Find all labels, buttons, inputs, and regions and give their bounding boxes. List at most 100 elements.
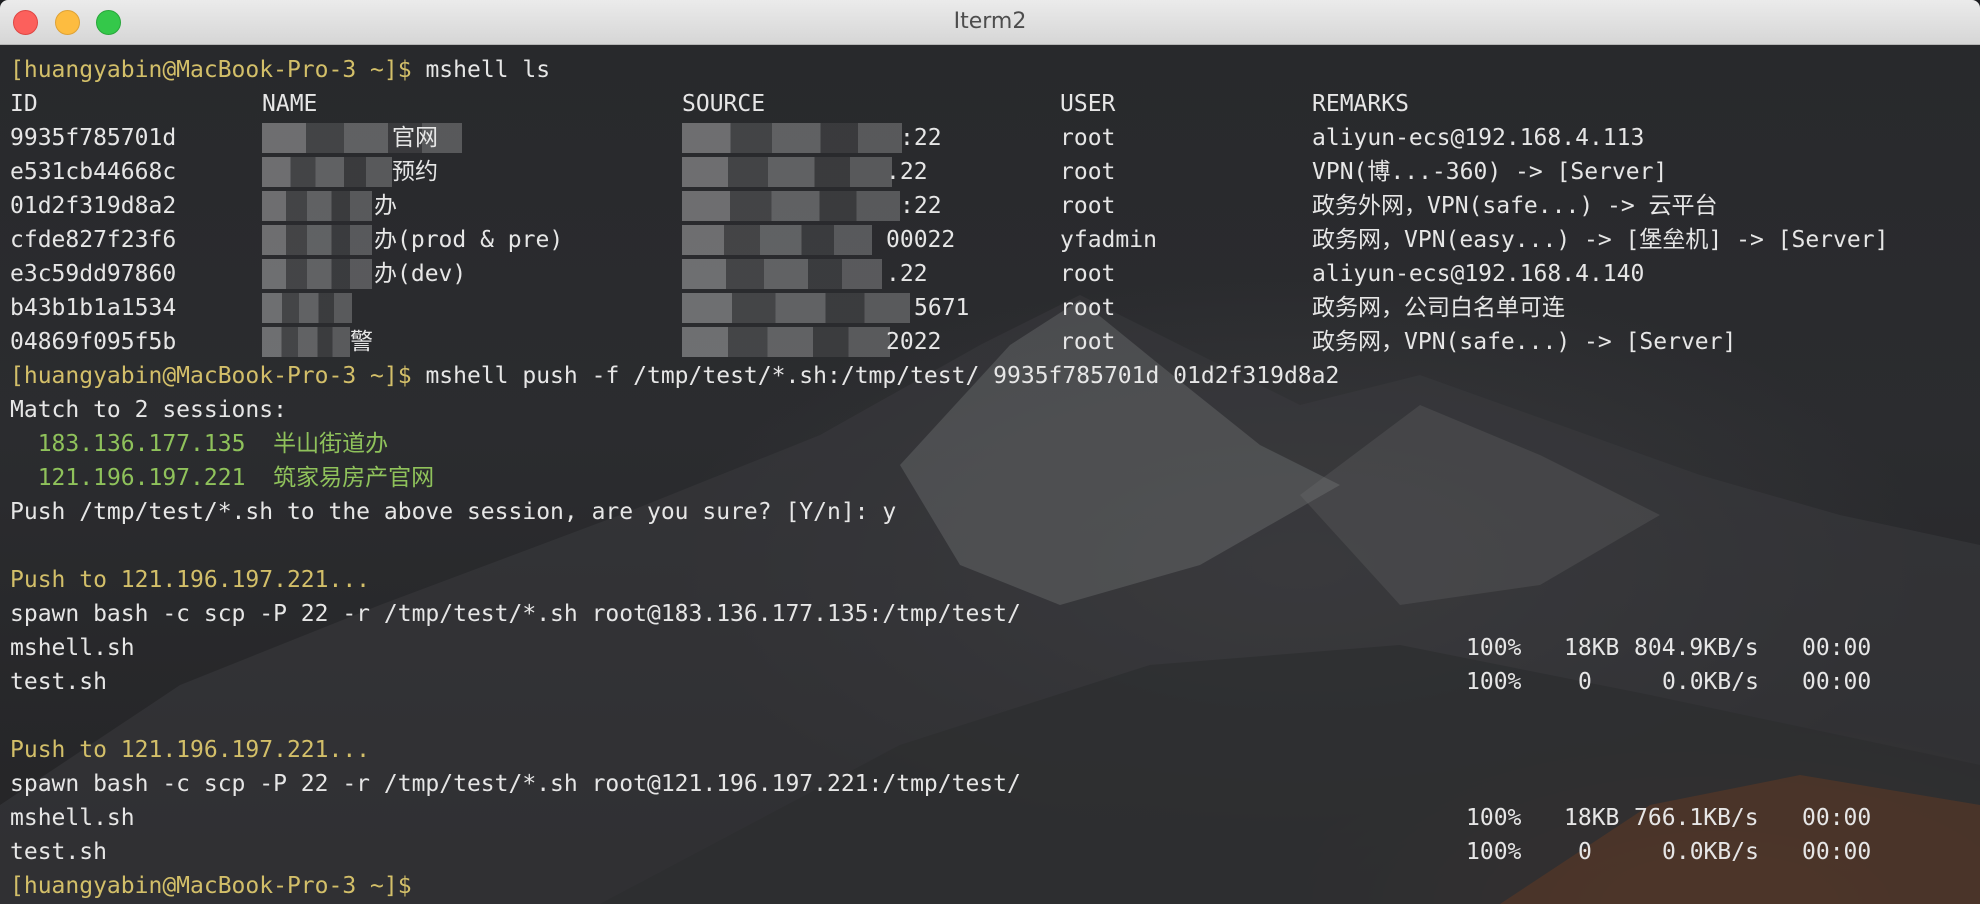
table-row: b43b1b1a1534 5671 root 政务网，公司白名单可连 [10,291,1565,325]
push-title: Push to 121.196.197.221... [10,737,371,763]
session-remarks: 政务网，VPN(safe...) -> [Server] [1312,329,1737,355]
session-user: root [1060,261,1116,287]
session-ip: 183.136.177.135 [37,431,246,457]
session-id: e531cb44668c [10,159,177,185]
session-name: 办 [374,193,397,219]
file-name: test.sh [10,839,107,865]
transfer-percent: 100% [1466,669,1522,695]
command-text: mshell ls [425,57,551,83]
shell-prompt: [huangyabin@MacBook-Pro-3 ~]$ [10,363,412,389]
transfer-row: mshell.sh 100% 18KB 804.9KB/s 00:00 [10,631,1871,665]
column-header-source: SOURCE [682,91,766,117]
session-remarks: 政务网，公司白名单可连 [1312,295,1565,321]
session-id: e3c59dd97860 [10,261,177,287]
session-user: yfadmin [1060,227,1157,253]
session-id: cfde827f23f6 [10,227,177,253]
file-name: mshell.sh [10,635,135,661]
session-user: root [1060,159,1116,185]
redacted-source-blur [682,327,890,357]
transfer-size: 18KB [1564,635,1620,661]
transfer-row: test.sh 100% 0 0.0KB/s 00:00 [10,835,1871,869]
transfer-time: 00:00 [1802,839,1872,865]
session-user: root [1060,295,1116,321]
match-header: Match to 2 sessions: [10,397,287,423]
table-row: e531cb44668c 预约 .22 root VPN(博...-360) -… [10,155,1667,189]
column-header-user: USER [1060,91,1116,117]
prompt-line: [huangyabin@MacBook-Pro-3 ~]$ mshell pus… [10,359,1339,393]
session-remarks: VPN(博...-360) -> [Server] [1312,159,1668,185]
push-title: Push to 121.196.197.221... [10,567,371,593]
session-source: .22 [886,159,928,185]
session-remarks: 政务网，VPN(easy...) -> [堡垒机] -> [Server] [1312,227,1889,253]
session-name: 官网 [392,125,438,151]
session-remarks: aliyun-ecs@192.168.4.113 [1312,125,1645,151]
transfer-time: 00:00 [1802,635,1872,661]
prompt-line: [huangyabin@MacBook-Pro-3 ~]$ mshell ls [10,53,1339,87]
terminal-output: [huangyabin@MacBook-Pro-3 ~]$ mshell ls … [10,53,1888,903]
confirm-prompt: Push /tmp/test/*.sh to the above session… [10,499,897,525]
transfer-percent: 100% [1466,805,1522,831]
redacted-name-blur [262,191,372,221]
transfer-size: 0 [1578,839,1592,865]
session-remarks: 政务外网，VPN(safe...) -> 云平台 [1312,193,1718,219]
redacted-source-blur [682,225,872,255]
file-name: mshell.sh [10,805,135,831]
file-name: test.sh [10,669,107,695]
redacted-source-blur [682,259,882,289]
session-user: root [1060,329,1116,355]
session-name: 预约 [392,159,438,185]
session-user: root [1060,125,1116,151]
redacted-name-blur [262,293,352,323]
session-source: :22 [900,193,942,219]
transfer-row: mshell.sh 100% 18KB 766.1KB/s 00:00 [10,801,1871,835]
terminal-cursor[interactable] [412,874,424,900]
transfer-time: 00:00 [1802,669,1872,695]
prompt-line: [huangyabin@MacBook-Pro-3 ~]$ [10,869,1339,903]
transfer-row: test.sh 100% 0 0.0KB/s 00:00 [10,665,1871,699]
transfer-speed: 804.9KB/s [1634,635,1759,661]
terminal-content[interactable]: [huangyabin@MacBook-Pro-3 ~]$ mshell ls … [0,45,1980,904]
session-id: 9935f785701d [10,125,177,151]
session-ip: 121.196.197.221 [37,465,246,491]
transfer-speed: 0.0KB/s [1662,839,1759,865]
spawn-command: spawn bash -c scp -P 22 -r /tmp/test/*.s… [10,771,1021,797]
table-row: cfde827f23f6 办(prod & pre) 00022 yfadmin… [10,223,1888,257]
table-header-row: ID NAME SOURCE USER REMARKS [10,87,1409,121]
shell-prompt: [huangyabin@MacBook-Pro-3 ~]$ [10,57,412,83]
session-id: 04869f095f5b [10,329,177,355]
session-source: 00022 [886,227,956,253]
redacted-name-blur [262,225,372,255]
matched-session: 183.136.177.135 半山街道办 [10,427,1339,461]
table-row: 01d2f319d8a2 办 :22 root 政务外网，VPN(safe...… [10,189,1718,223]
session-source: 5671 [914,295,970,321]
transfer-size: 0 [1578,669,1592,695]
session-name: 警 [350,329,373,355]
terminal-window: Iterm2 [huangyabin@MacBook-Pro-3 ~]$ msh… [0,0,1980,904]
redacted-source-blur [682,157,892,187]
redacted-source-blur [682,293,910,323]
transfer-percent: 100% [1466,635,1522,661]
table-row: 04869f095f5b 警 2022 root 政务网，VPN(safe...… [10,325,1736,359]
session-id: 01d2f319d8a2 [10,193,177,219]
redacted-name-blur [262,327,350,357]
title-bar: Iterm2 [0,0,1980,45]
column-header-name: NAME [262,91,318,117]
session-source: :22 [900,125,942,151]
transfer-size: 18KB [1564,805,1620,831]
session-name: 办(dev) [374,261,467,287]
matched-session: 121.196.197.221 筑家易房产官网 [10,461,1339,495]
spawn-command: spawn bash -c scp -P 22 -r /tmp/test/*.s… [10,601,1021,627]
transfer-speed: 0.0KB/s [1662,669,1759,695]
column-header-remarks: REMARKS [1312,91,1409,117]
session-user: root [1060,193,1116,219]
session-remarks: aliyun-ecs@192.168.4.140 [1312,261,1645,287]
redacted-name-blur [262,259,372,289]
transfer-percent: 100% [1466,839,1522,865]
table-row: 9935f785701d 官网 :22 root aliyun-ecs@192.… [10,121,1644,155]
table-row: e3c59dd97860 办(dev) .22 root aliyun-ecs@… [10,257,1644,291]
transfer-time: 00:00 [1802,805,1872,831]
transfer-speed: 766.1KB/s [1634,805,1759,831]
session-name: 办(prod & pre) [374,227,564,253]
